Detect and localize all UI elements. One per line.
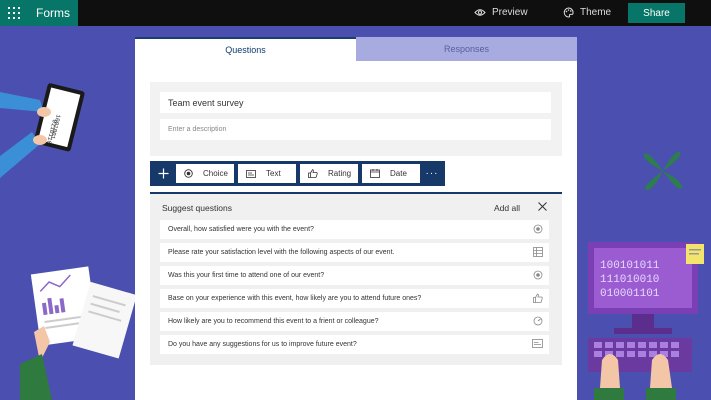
eye-icon	[474, 9, 486, 16]
suggestion-text: Was this your first time to attend one o…	[168, 272, 325, 279]
radio-icon	[184, 169, 193, 178]
suggest-title: Suggest questions	[162, 203, 232, 213]
text-icon	[532, 339, 543, 348]
choice-label: Choice	[203, 169, 228, 178]
suggestion-text: Do you have any suggestions for us to im…	[168, 341, 357, 348]
date-label: Date	[390, 169, 407, 178]
preview-button[interactable]: Preview	[474, 7, 528, 18]
form-header: Team event survey Enter a description	[150, 82, 562, 156]
app-brand: Forms	[0, 0, 78, 26]
app-launcher-icon[interactable]	[8, 7, 20, 19]
text-icon	[246, 169, 256, 178]
tab-responses[interactable]: Responses	[356, 37, 577, 61]
suggestion-item[interactable]: Overall, how satisfied were you with the…	[160, 220, 549, 239]
suggestion-item[interactable]: How likely are you to recommend this eve…	[160, 312, 549, 331]
radio-icon	[533, 270, 543, 280]
suggestion-text: Base on your experience with this event,…	[168, 295, 422, 302]
add-question-button[interactable]	[154, 164, 172, 183]
text-button[interactable]: Text	[238, 164, 296, 183]
app-title[interactable]: Forms	[36, 6, 70, 20]
date-button[interactable]: Date	[362, 164, 420, 183]
tablet-illustration: 1001001 0110110	[0, 83, 85, 178]
tab-questions[interactable]: Questions	[135, 37, 356, 61]
leaf-illustration	[643, 151, 683, 191]
documents-illustration	[20, 266, 135, 400]
close-icon	[538, 202, 547, 211]
text-label: Text	[266, 169, 281, 178]
thumbs-up-icon	[308, 169, 318, 178]
share-button[interactable]: Share	[628, 3, 685, 23]
suggestion-text: How likely are you to recommend this eve…	[168, 318, 379, 325]
plus-icon	[158, 168, 168, 179]
radio-icon	[533, 224, 543, 234]
more-options-button[interactable]: ···	[422, 164, 442, 183]
suggest-close-button[interactable]	[538, 200, 547, 214]
gauge-icon	[533, 316, 543, 326]
add-all-button[interactable]: Add all	[494, 203, 520, 213]
suggestion-item[interactable]: Base on your experience with this event,…	[160, 289, 549, 308]
suggestion-text: Please rate your satisfaction level with…	[168, 249, 395, 256]
computer-illustration: 100101011 111010010 010001101	[588, 242, 704, 400]
tab-bar: Questions Responses	[135, 37, 577, 61]
thumbs-up-icon	[533, 293, 543, 303]
binary-line-3: 010001101	[600, 288, 660, 300]
rating-label: Rating	[328, 169, 352, 178]
palette-icon	[563, 7, 574, 18]
suggestion-item[interactable]: Do you have any suggestions for us to im…	[160, 335, 549, 354]
theme-button[interactable]: Theme	[563, 7, 611, 18]
form-description-input[interactable]: Enter a description	[160, 119, 551, 140]
form-title-input[interactable]: Team event survey	[160, 92, 551, 113]
rating-button[interactable]: Rating	[300, 164, 358, 183]
binary-line-1: 100101011	[600, 260, 660, 272]
question-type-toolbar: Choice Text Rating Date ···	[150, 161, 445, 186]
theme-label: Theme	[580, 7, 612, 18]
calendar-icon	[370, 169, 380, 178]
top-bar: Forms Preview Theme Share	[0, 0, 711, 26]
preview-label: Preview	[492, 7, 528, 18]
choice-button[interactable]: Choice	[176, 164, 234, 183]
suggestion-item[interactable]: Please rate your satisfaction level with…	[160, 243, 549, 262]
binary-line-2: 111010010	[600, 274, 659, 286]
grid-icon	[533, 247, 543, 257]
suggestion-text: Overall, how satisfied were you with the…	[168, 226, 314, 233]
suggest-questions-panel: Suggest questions Add all Overall, how s…	[150, 192, 562, 365]
suggestion-item[interactable]: Was this your first time to attend one o…	[160, 266, 549, 285]
